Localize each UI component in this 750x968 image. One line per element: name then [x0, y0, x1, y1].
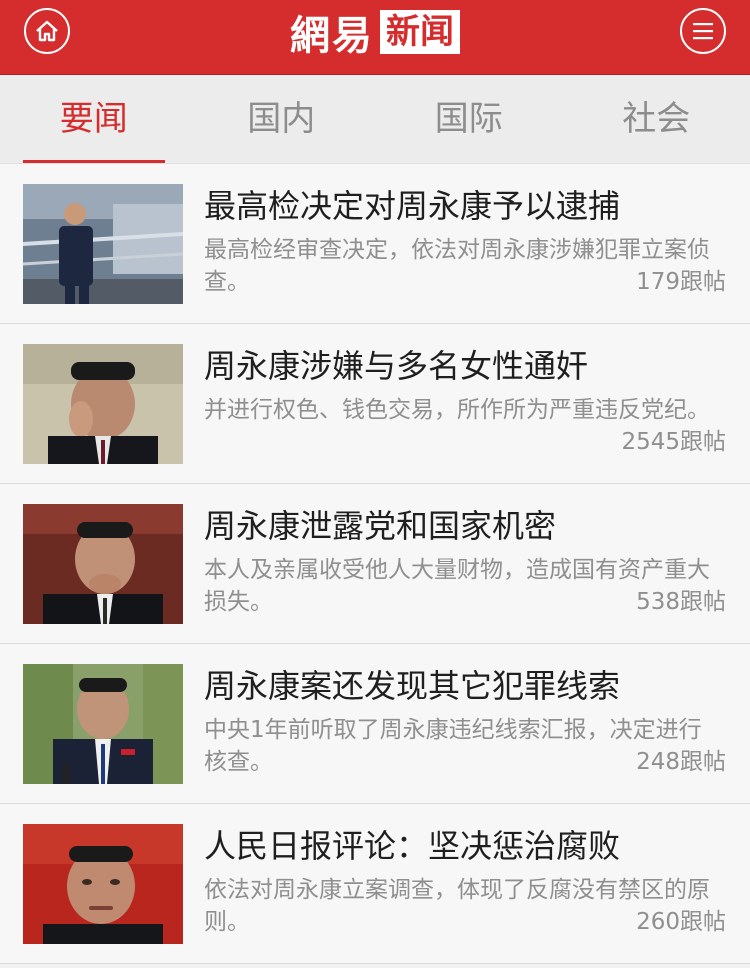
news-title: 人民日报评论：坚决惩治腐败 [204, 827, 621, 865]
logo-text-netease: 網易 [290, 12, 374, 59]
news-thumbnail [23, 504, 183, 624]
news-item[interactable]: 周永康案还发现其它犯罪线索 中央1年前听取了周永康违纪线索汇报，决定进行核查。 … [0, 644, 750, 804]
hamburger-menu-icon [693, 23, 713, 40]
news-title: 周永康涉嫌与多名女性通奸 [204, 347, 589, 385]
tab-domestic[interactable]: 国内 [188, 75, 376, 163]
app-header: 網易 新闻 [0, 0, 750, 75]
tab-top-news[interactable]: 要闻 [0, 75, 188, 163]
news-item[interactable]: 最高检决定对周永康予以逮捕 最高检经审查决定，依法对周永康涉嫌犯罪立案侦查。 1… [0, 164, 750, 324]
news-thumbnail [23, 664, 183, 784]
netease-news-logo: 網易 新闻 [0, 6, 750, 59]
news-list: 最高检决定对周永康予以逮捕 最高检经审查决定，依法对周永康涉嫌犯罪立案侦查。 1… [0, 164, 750, 964]
tab-international[interactable]: 国际 [375, 75, 563, 163]
news-title: 周永康案还发现其它犯罪线索 [204, 667, 621, 705]
tab-label: 国际 [434, 99, 503, 139]
news-item[interactable]: 人民日报评论：坚决惩治腐败 依法对周永康立案调查，体现了反腐没有禁区的原则。 2… [0, 804, 750, 964]
comment-count: 538跟帖 [636, 589, 726, 615]
active-tab-indicator [23, 160, 165, 163]
news-thumbnail [23, 824, 183, 944]
menu-button[interactable] [680, 8, 726, 54]
news-title: 周永康泄露党和国家机密 [204, 507, 557, 545]
news-summary: 并进行权色、钱色交易，所作所为严重违反党纪。 [204, 397, 710, 423]
comment-count: 179跟帖 [636, 269, 726, 295]
logo-text-news: 新闻 [380, 10, 460, 54]
news-thumbnail [23, 184, 183, 304]
tab-label: 国内 [247, 99, 316, 139]
news-title: 最高检决定对周永康予以逮捕 [204, 187, 621, 225]
category-tabs: 要闻 国内 国际 社会 [0, 75, 750, 164]
news-item[interactable]: 周永康涉嫌与多名女性通奸 并进行权色、钱色交易，所作所为严重违反党纪。 2545… [0, 324, 750, 484]
tab-label: 社会 [622, 99, 691, 139]
tab-label: 要闻 [59, 99, 128, 139]
news-item[interactable]: 周永康泄露党和国家机密 本人及亲属收受他人大量财物，造成国有资产重大损失。 53… [0, 484, 750, 644]
comment-count: 2545跟帖 [621, 429, 726, 455]
tab-society[interactable]: 社会 [563, 75, 750, 163]
comment-count: 260跟帖 [636, 909, 726, 935]
comment-count: 248跟帖 [636, 749, 726, 775]
news-thumbnail [23, 344, 183, 464]
